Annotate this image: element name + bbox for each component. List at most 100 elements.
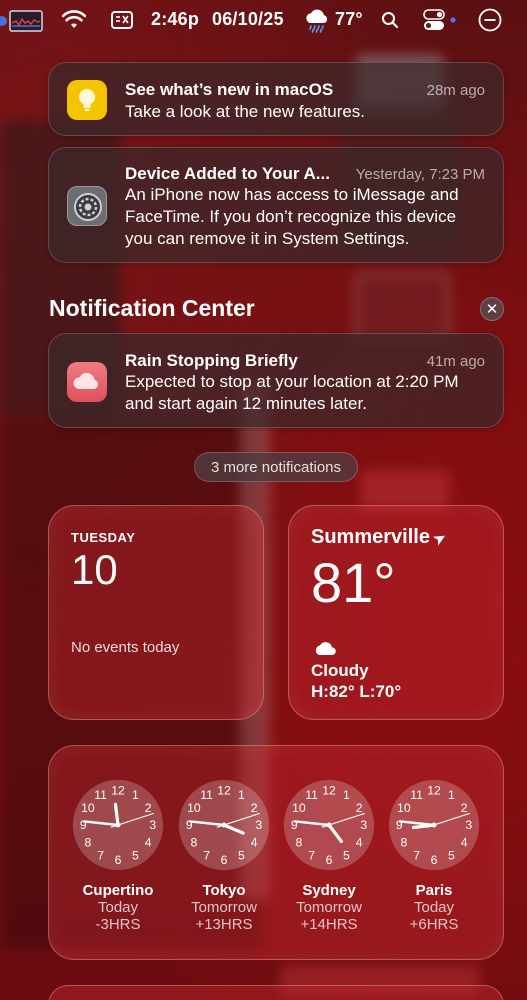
clock-numeral: 2	[356, 801, 363, 815]
cloud-icon	[313, 640, 337, 661]
rain-cloud-icon[interactable]	[303, 9, 331, 38]
calendar-events-text: No events today	[71, 639, 180, 656]
calendar-weekday: TUESDAY	[71, 530, 136, 545]
notification-rain-stopping[interactable]: Rain Stopping Briefly 41m ago Expected t…	[48, 333, 504, 428]
world-clock-cupertino: 1 2 3 4 5 6 7 8 9 10 11 12 Cupertino Today -3HRS	[71, 778, 165, 933]
clock-numeral: 12	[217, 783, 231, 797]
calendar-widget[interactable]: TUESDAY 10 No events today	[48, 505, 264, 720]
clock-numeral: 6	[326, 853, 333, 867]
notification-center-title: Notification Center	[49, 295, 255, 321]
clock-numeral: 10	[292, 801, 306, 815]
clock-numeral: 9	[80, 818, 87, 832]
clock-face: 1234567891011 12	[283, 779, 375, 871]
notification-body: Take a look at the new features.	[125, 102, 366, 121]
clock-numeral: 4	[145, 836, 152, 850]
weather-condition: Cloudy	[311, 661, 369, 680]
notification-time: 28m ago	[426, 82, 485, 99]
menubar-temperature[interactable]: 77°	[335, 9, 363, 30]
weather-city-name: Summerville	[311, 526, 430, 548]
clock-numeral: 9	[396, 818, 403, 832]
weather-cloud-icon	[67, 362, 107, 402]
focus-do-not-disturb-icon[interactable]	[478, 8, 502, 37]
close-icon[interactable]: ✕	[480, 297, 504, 321]
clock-center-pin	[115, 822, 121, 828]
clock-numeral: 12	[427, 783, 441, 797]
clock-numeral: 1	[238, 788, 245, 802]
world-clock-widget[interactable]: 1 2 3 4 5 6 7 8 9 10 11 12 Cupertino Today -3HRS 12…	[48, 745, 504, 960]
clock-numeral: 4	[461, 836, 468, 850]
clock-center-pin	[431, 822, 437, 828]
notification-title: See what’s new in macOS	[125, 80, 334, 99]
clock-city: Paris	[415, 882, 453, 899]
control-center-icon[interactable]	[423, 9, 459, 36]
clock-center-pin	[221, 822, 227, 828]
istat-graph-icon[interactable]	[0, 10, 44, 37]
clock-numeral: 12	[111, 783, 125, 797]
clock-numeral: 11	[305, 788, 318, 802]
clock-day: Today	[97, 899, 139, 916]
keyboard-input-icon[interactable]	[111, 11, 133, 34]
weather-temperature: 81°	[311, 551, 396, 614]
clock-numeral: 3	[149, 818, 156, 832]
clock-numeral: 2	[145, 801, 152, 815]
notification-body: An iPhone now has access to iMessage and…	[125, 185, 459, 248]
clock-numeral: 6	[115, 853, 122, 867]
notification-title: Rain Stopping Briefly	[125, 351, 298, 370]
clock-numeral: 12	[322, 783, 336, 797]
clock-numeral: 11	[94, 788, 107, 802]
clock-numeral: 1	[343, 788, 350, 802]
next-widget-partial[interactable]	[48, 985, 504, 1000]
notification-macos-whats-new[interactable]: See what’s new in macOS 28m ago Take a l…	[48, 62, 504, 136]
bg-blur-shape	[355, 272, 450, 342]
weather-high-low: H:82° L:70°	[311, 682, 402, 701]
clock-numeral: 8	[400, 836, 407, 850]
clock-numeral: 1	[132, 788, 139, 802]
wifi-icon[interactable]	[61, 10, 87, 35]
clock-day: Today	[413, 899, 455, 916]
notification-body: Expected to stop at your location at 2:2…	[125, 372, 459, 413]
clock-day: Tomorrow	[191, 899, 257, 916]
clock-numeral: 2	[251, 801, 258, 815]
clock-numeral: 7	[413, 848, 420, 862]
clock-face: 1234567891011 12	[72, 779, 164, 871]
clock-numeral: 6	[431, 853, 438, 867]
notification-time: Yesterday, 7:23 PM	[355, 166, 485, 183]
clock-numeral: 7	[203, 848, 210, 862]
menu-bar: 2:46p 06/10/25 77°	[0, 0, 527, 40]
search-icon[interactable]	[381, 11, 399, 34]
notification-device-added[interactable]: Device Added to Your A... Yesterday, 7:2…	[48, 147, 504, 263]
clock-numeral: 7	[308, 848, 315, 862]
world-clock-paris: 1 2 3 4 5 6 7 8 9 10 11 12 Paris Today +6HRS	[387, 778, 481, 933]
notification-title: Device Added to Your A...	[125, 164, 330, 183]
clock-numeral: 6	[221, 853, 228, 867]
menubar-date[interactable]: 06/10/25	[212, 9, 284, 30]
clock-numeral: 10	[187, 801, 201, 815]
clock-face: 1234567891011 12	[388, 779, 480, 871]
clock-numeral: 7	[97, 848, 104, 862]
clock-numeral: 3	[255, 818, 262, 832]
clock-numeral: 11	[200, 788, 213, 802]
clock-numeral: 5	[132, 848, 139, 862]
weather-city: Summerville➤	[311, 526, 449, 549]
weather-widget[interactable]: Summerville➤ 81° Cloudy H:82° L:70°	[288, 505, 504, 720]
clock-numeral: 8	[295, 836, 302, 850]
clock-city: Tokyo	[202, 882, 246, 899]
clock-numeral: 4	[356, 836, 363, 850]
clock-numeral: 10	[397, 801, 411, 815]
more-notifications-button[interactable]: 3 more notifications	[194, 452, 358, 482]
clock-city: Sydney	[302, 882, 356, 899]
clock-numeral: 5	[238, 848, 245, 862]
clock-numeral: 8	[190, 836, 197, 850]
bg-blur-shape	[360, 470, 450, 510]
system-settings-gear-icon	[67, 186, 107, 226]
clock-offset: +14HRS	[300, 916, 358, 933]
clock-numeral: 1	[448, 788, 455, 802]
menubar-time[interactable]: 2:46p	[151, 9, 199, 30]
clock-center-pin	[326, 822, 332, 828]
location-arrow-icon: ➤	[430, 528, 449, 548]
world-clock-tokyo: 1 2 3 4 5 6 7 8 9 10 11 12 Tokyo Tomorrow +13HRS	[177, 778, 271, 933]
clock-numeral: 9	[186, 818, 193, 832]
tips-lightbulb-icon	[67, 80, 107, 120]
clock-numeral: 3	[465, 818, 472, 832]
clock-numeral: 5	[343, 848, 350, 862]
